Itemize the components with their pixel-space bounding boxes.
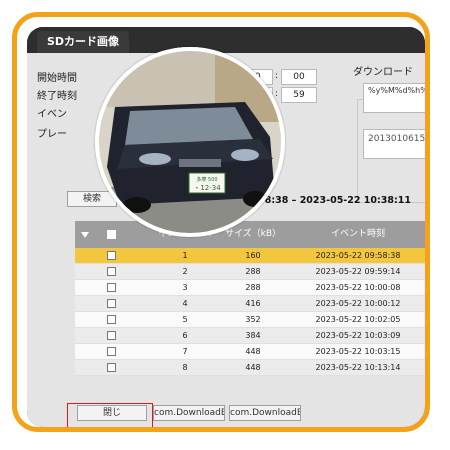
outer-frame: SDカード画像 開始時間 終了時刻 イベン プレー 00 : 00 9 : 59…	[12, 12, 430, 432]
magnifier-ring	[95, 47, 285, 237]
